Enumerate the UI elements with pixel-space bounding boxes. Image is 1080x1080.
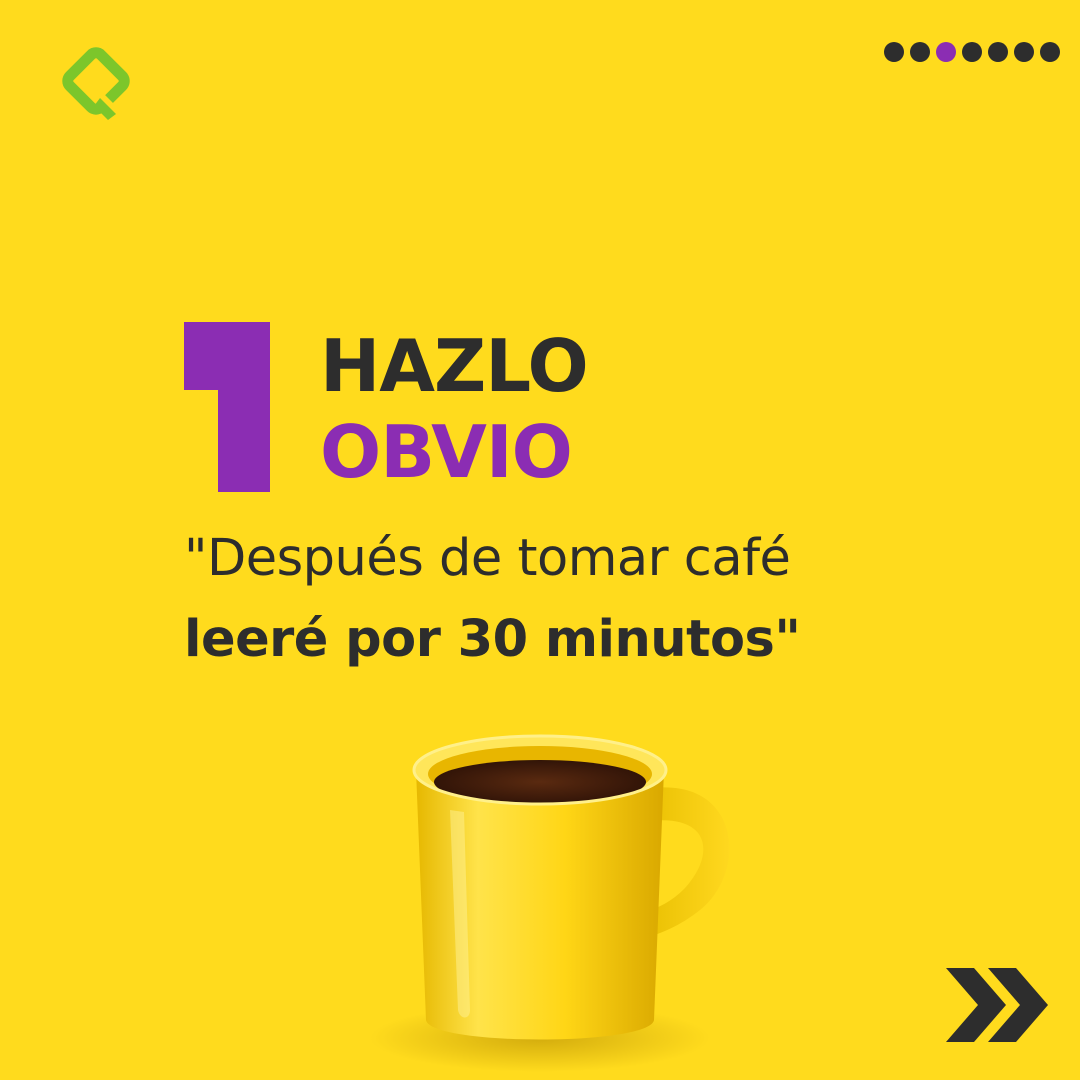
pagination-dots: [884, 42, 1060, 62]
pagination-dot-active[interactable]: [936, 42, 956, 62]
pagination-dot[interactable]: [988, 42, 1008, 62]
pagination-dot[interactable]: [884, 42, 904, 62]
pagination-dot[interactable]: [962, 42, 982, 62]
quote-line-1: "Después de tomar café: [184, 529, 791, 588]
pagination-dot[interactable]: [910, 42, 930, 62]
title-line-2: OBVIO: [320, 410, 573, 494]
quote-line-2: leeré por 30 minutos": [184, 610, 801, 669]
double-chevron-right-icon[interactable]: [944, 966, 1052, 1044]
title-line-1: HAZLO: [320, 324, 589, 408]
svg-text:1: 1: [184, 320, 185, 321]
step-number: 1: [184, 320, 270, 492]
coffee-mug-icon: [370, 734, 730, 1072]
brand-logo-icon: [62, 47, 130, 122]
pagination-dot[interactable]: [1040, 42, 1060, 62]
pagination-dot[interactable]: [1014, 42, 1034, 62]
